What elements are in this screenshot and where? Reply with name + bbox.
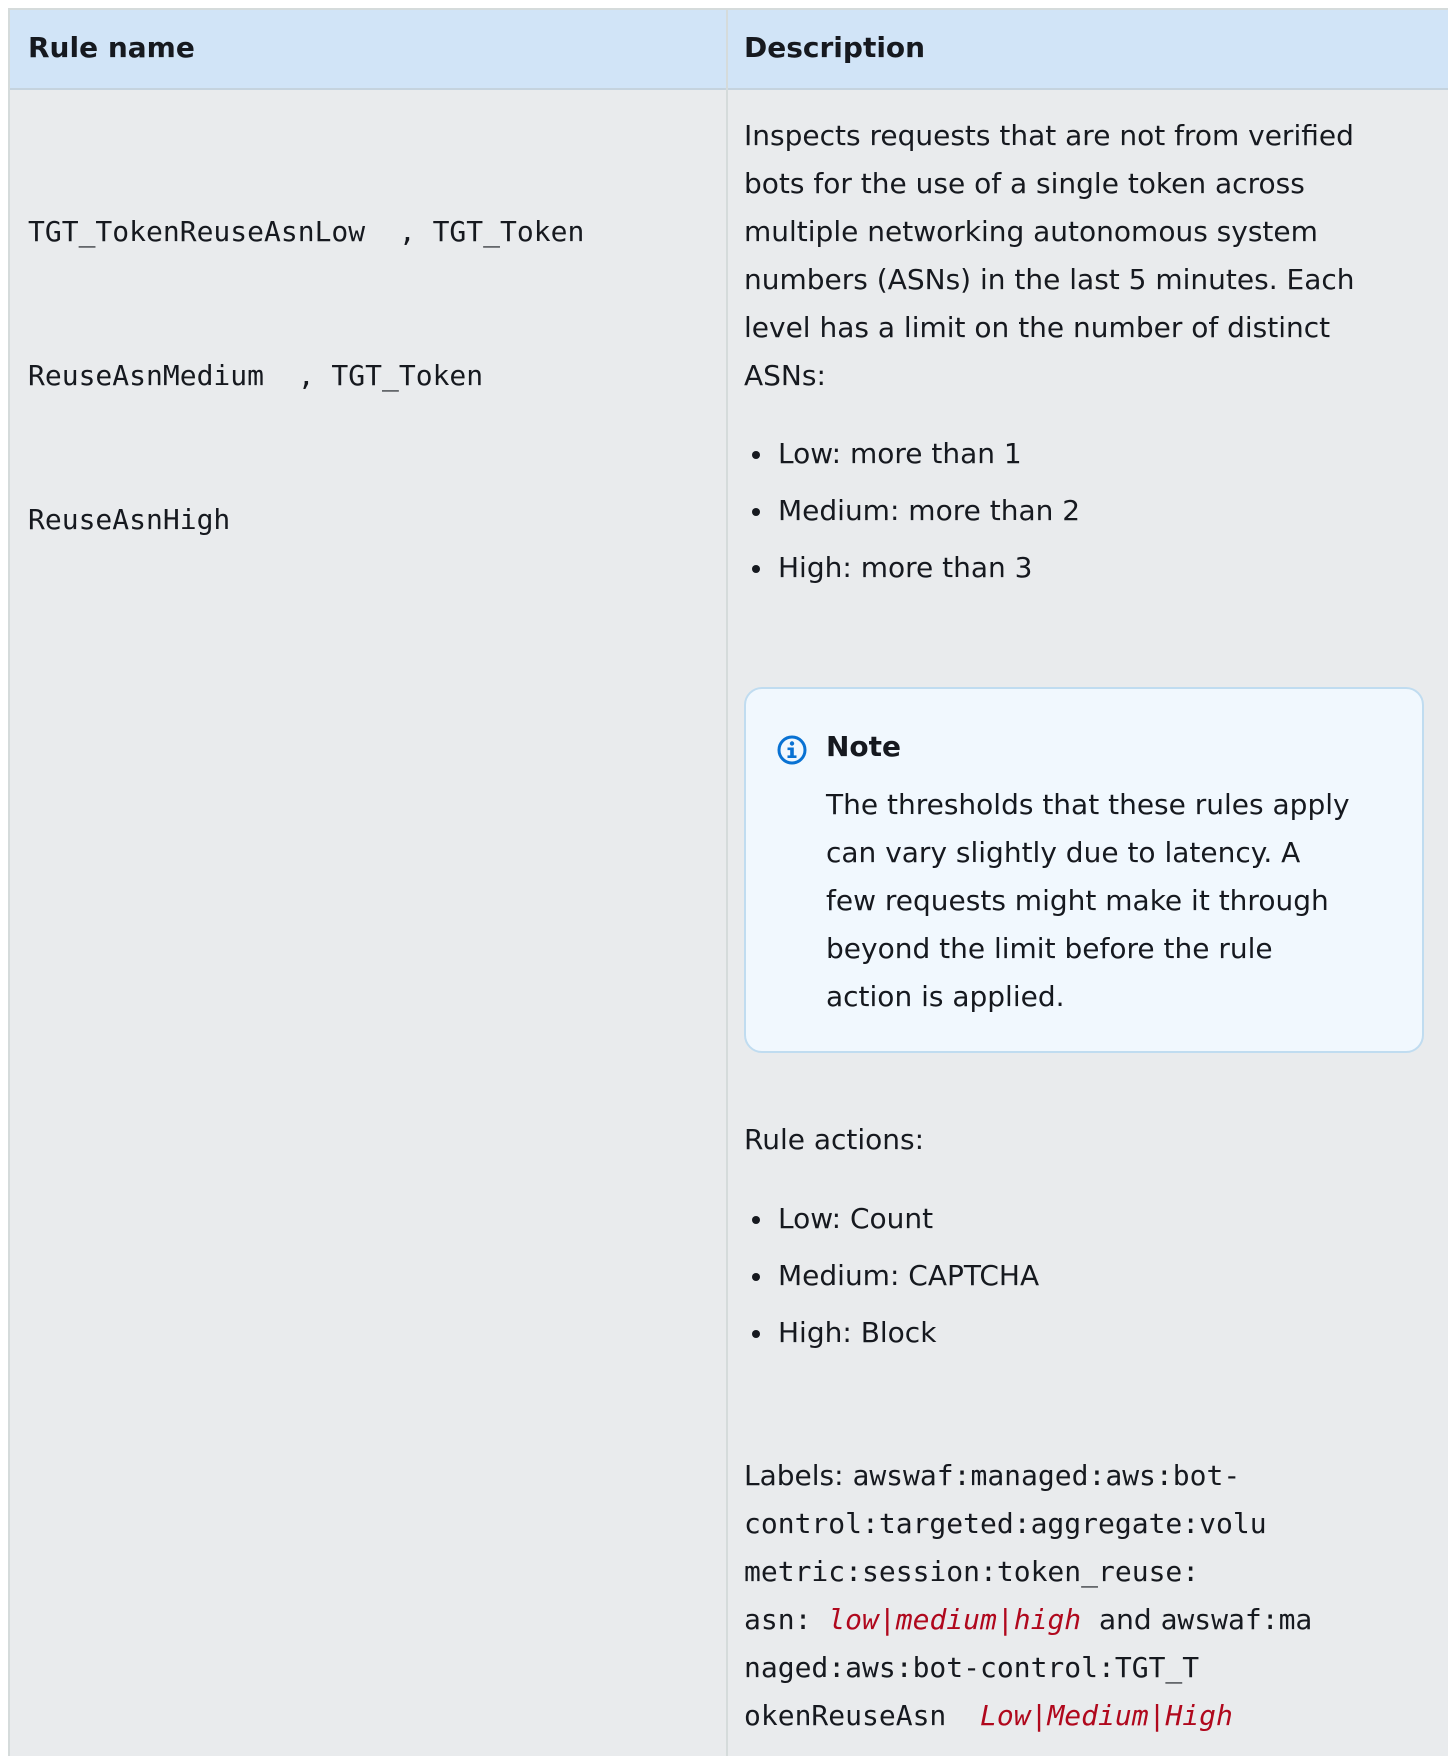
rule-name-line: TGT_TokenReuseAsnLow , TGT_Token	[28, 215, 585, 248]
label-code: awswaf:managed:aws:bot-	[852, 1459, 1241, 1492]
label-variable: Low|Medium|High	[980, 1699, 1233, 1732]
note-line: action is applied.	[826, 980, 1065, 1013]
actions-list: Low: Count Medium: CAPTCHA High: Block	[744, 1199, 1404, 1370]
label-code: okenReuseAsn	[744, 1699, 981, 1732]
limit-item: Medium: more than 2	[744, 491, 1404, 548]
labels-prefix: Labels:	[744, 1459, 853, 1492]
rule-actions-heading: Rule actions:	[744, 1123, 925, 1156]
rule-name-line: ReuseAsnMedium , TGT_Token	[28, 359, 484, 392]
header-rule-name: Rule name	[28, 31, 195, 64]
action-item: Medium: CAPTCHA	[744, 1256, 1404, 1313]
note-line: can vary slightly due to latency. A	[826, 836, 1301, 869]
limit-item: High: more than 3	[744, 548, 1404, 605]
labels-text: Labels: awswaf:managed:aws:bot- control:…	[744, 1452, 1404, 1740]
labels-connector: and	[1081, 1603, 1161, 1636]
column-divider	[726, 10, 728, 1756]
note-line: few requests might make it through	[826, 884, 1329, 917]
description-line: bots for the use of a single token acros…	[744, 167, 1305, 200]
description-line: multiple networking autonomous system	[744, 215, 1318, 248]
description-line: ASNs:	[744, 359, 826, 392]
label-code: awswaf:ma	[1160, 1603, 1313, 1636]
action-item: Low: Count	[744, 1199, 1404, 1256]
labels-line: asn: low|medium|high and awswaf:ma	[744, 1596, 1404, 1644]
description-line: numbers (ASNs) in the last 5 minutes. Ea…	[744, 263, 1355, 296]
table-header-row: Rule name Description	[10, 10, 1448, 90]
label-variable: low|medium|high	[828, 1603, 1082, 1636]
labels-line: Labels: awswaf:managed:aws:bot-	[744, 1452, 1404, 1500]
note-line: The thresholds that these rules apply	[826, 788, 1350, 821]
info-icon	[777, 735, 807, 765]
rule-name-line: ReuseAsnHigh	[28, 503, 231, 536]
description-line: Inspects requests that are not from veri…	[744, 119, 1354, 152]
note-body: The thresholds that these rules apply ca…	[826, 781, 1386, 1021]
limits-list: Low: more than 1 Medium: more than 2 Hig…	[744, 434, 1404, 605]
labels-line: okenReuseAsn Low|Medium|High	[744, 1692, 1404, 1740]
limit-item: Low: more than 1	[744, 434, 1404, 491]
note-callout: Note The thresholds that these rules app…	[744, 687, 1424, 1053]
header-description: Description	[744, 31, 926, 64]
label-code: naged:aws:bot-control:TGT_T	[744, 1651, 1200, 1684]
rules-table: Rule name Description TGT_TokenReuseAsnL…	[8, 8, 1448, 1756]
label-code: asn:	[744, 1603, 829, 1636]
rule-name-cell: TGT_TokenReuseAsnLow , TGT_Token ReuseAs…	[28, 112, 708, 640]
action-item: High: Block	[744, 1313, 1404, 1370]
note-title: Note	[826, 730, 902, 763]
description-text: Inspects requests that are not from veri…	[744, 112, 1404, 400]
label-code: metric:session:token_reuse:	[744, 1555, 1200, 1588]
label-code: control:targeted:aggregate:volu	[744, 1507, 1267, 1540]
note-line: beyond the limit before the rule	[826, 932, 1273, 965]
description-line: level has a limit on the number of disti…	[744, 311, 1331, 344]
